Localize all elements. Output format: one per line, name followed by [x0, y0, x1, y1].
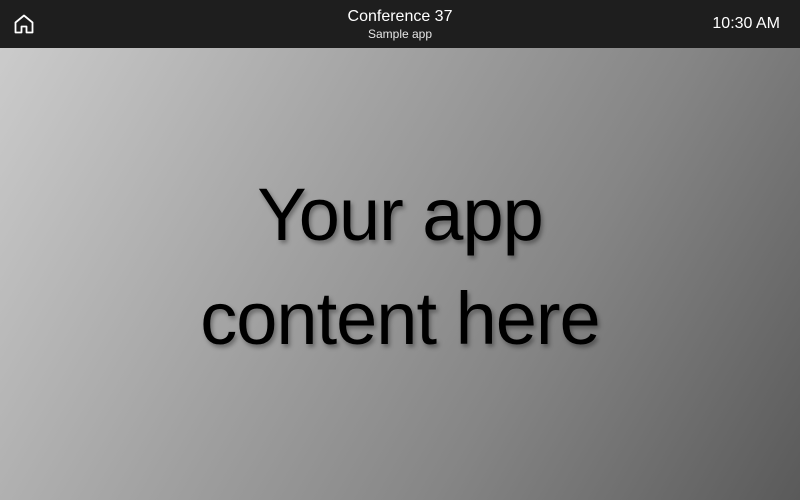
app-screen: Conference 37 Sample app 10:30 AM Your a… [0, 0, 800, 500]
placeholder-line-2: content here [200, 277, 600, 360]
clock: 10:30 AM [712, 15, 780, 32]
placeholder-text: Your app content here [100, 163, 700, 371]
app-content-area: Your app content here [0, 48, 800, 500]
home-icon [14, 14, 34, 34]
title-block: Conference 37 Sample app [200, 0, 600, 48]
app-name: Sample app [367, 27, 433, 41]
placeholder-line-1: Your app [257, 173, 544, 256]
room-name: Conference 37 [347, 8, 453, 25]
home-button[interactable] [8, 8, 40, 40]
top-bar: Conference 37 Sample app 10:30 AM [0, 0, 800, 48]
